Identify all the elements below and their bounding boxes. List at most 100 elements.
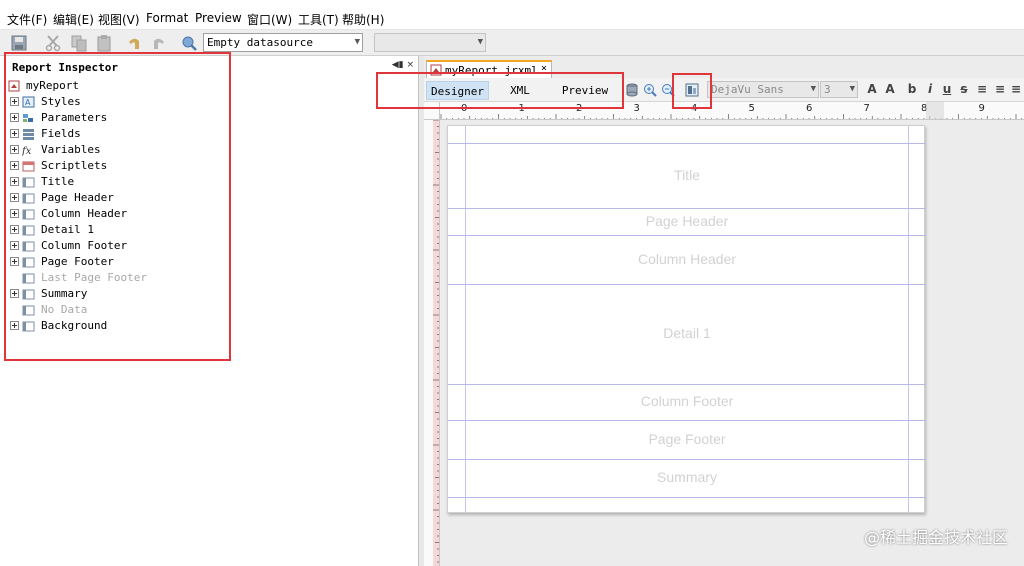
undo-icon[interactable] [125,34,143,52]
main-toolbar: Empty datasource ▼ ▼ [0,30,1024,56]
expand-icon[interactable] [10,161,19,170]
paste-icon[interactable] [95,34,113,52]
tree-node-column-footer[interactable]: Column Footer [8,238,228,254]
expand-icon[interactable] [10,193,19,202]
font-size-select[interactable]: 3 ▼ [820,81,858,98]
expand-icon[interactable] [10,241,19,250]
database-icon[interactable] [625,83,639,97]
tree-node-fields[interactable]: Fields [8,126,228,142]
expand-icon[interactable] [10,97,19,106]
band-icon [22,321,35,332]
expand-icon[interactable] [10,209,19,218]
expand-icon[interactable] [10,321,19,330]
report-inspector-title: Report Inspector [12,61,118,74]
expand-icon[interactable] [10,257,19,266]
save-icon[interactable] [10,34,28,52]
tree-node-scriptlets[interactable]: Scriptlets [8,158,228,174]
document-tab-label: myReport.jrxml [445,64,538,77]
zoom-out-icon[interactable] [661,83,675,97]
tab-preview[interactable]: Preview [552,81,618,100]
align-right-icon[interactable]: ≡ [1008,81,1024,97]
menu-window[interactable]: 窗口(W) [247,11,292,28]
tree-node-background[interactable]: Background [8,318,228,334]
band-separator[interactable] [448,459,926,460]
tree-node-column-header[interactable]: Column Header [8,206,228,222]
datasource-icon[interactable] [180,34,198,52]
bold-icon[interactable]: b [904,81,920,97]
band-label-column-footer: Column Footer [640,393,734,409]
tree-node-summary[interactable]: Summary [8,286,228,302]
band-label-page-header: Page Header [645,212,729,229]
menu-view[interactable]: 视图(V) [98,11,140,28]
close-icon[interactable]: × [541,63,547,74]
ruler-corner [424,102,440,120]
tree-node-detail-1[interactable]: Detail 1 [8,222,228,238]
secondary-select[interactable]: ▼ [374,33,486,52]
band-separator[interactable] [448,420,926,421]
band-separator[interactable] [448,235,926,236]
tree-node-styles[interactable]: A Styles [8,94,228,110]
document-tab[interactable]: myReport.jrxml × [426,60,552,78]
menu-help[interactable]: 帮助(H) [342,11,384,28]
zoom-in-icon[interactable] [643,83,657,97]
tree-root[interactable]: myReport [8,78,228,94]
variables-icon: fx [22,146,32,156]
tree-node-page-header[interactable]: Page Header [8,190,228,206]
datasource-select[interactable]: Empty datasource ▼ [203,33,363,52]
tree-node-page-footer[interactable]: Page Footer [8,254,228,270]
tree-node-last-page-footer[interactable]: Last Page Footer [8,270,228,286]
chevron-down-icon: ▼ [849,84,855,94]
strikethrough-icon[interactable]: s [956,81,972,97]
increase-font-icon[interactable]: A [864,81,880,97]
menu-format[interactable]: Format [146,11,188,25]
decrease-font-icon[interactable]: A [882,81,898,97]
expand-icon[interactable] [10,225,19,234]
align-left-icon[interactable]: ≡ [974,81,990,97]
expand-icon[interactable] [10,129,19,138]
design-canvas[interactable]: Title Page Header Column Header Detail 1 Col… [440,120,1024,566]
tab-designer[interactable]: Designer [426,81,489,100]
palette-icon[interactable] [684,82,700,98]
tab-xml[interactable]: XML [498,81,542,100]
underline-icon[interactable]: u [939,81,955,97]
watermark: @稀土掘金技术社区 [863,528,1008,547]
copy-icon[interactable] [70,34,88,52]
right-margin-line [908,126,909,514]
ruler-number: 6 [806,103,812,114]
tree-node-variables[interactable]: fx Variables [8,142,228,158]
menu-file[interactable]: 文件(F) [7,11,47,28]
font-family-value: DejaVu Sans [711,83,784,96]
band-icon [22,289,35,300]
band-separator[interactable] [448,497,926,498]
fields-icon [23,129,34,140]
ruler-number: 2 [576,103,582,114]
menu-preview[interactable]: Preview [195,11,242,25]
expand-icon[interactable] [10,177,19,186]
tree-node-label: Page Footer [41,255,114,268]
panel-controls[interactable]: ◀▮ × [392,60,414,70]
tree-node-title[interactable]: Title [8,174,228,190]
tree-node-label: No Data [41,303,88,316]
expand-icon[interactable] [10,113,19,122]
tree-node-label: Parameters [41,111,108,124]
ruler-number: 1 [519,103,525,114]
redo-icon[interactable] [150,34,168,52]
tree-node-label: Fields [41,127,81,140]
tree-node-no-data[interactable]: No Data [8,302,228,318]
expand-icon[interactable] [10,145,19,154]
report-page[interactable]: Title Page Header Column Header Detail 1 Col… [447,125,926,514]
band-icon [22,193,35,204]
vertical-ruler [424,120,440,566]
align-center-icon[interactable]: ≡ [992,81,1008,97]
menu-tools[interactable]: 工具(T) [298,11,339,28]
band-separator[interactable] [448,284,926,285]
italic-icon[interactable]: i [922,81,938,97]
menu-edit[interactable]: 编辑(E) [53,11,94,28]
band-separator[interactable] [448,208,926,209]
tree-node-label: Scriptlets [41,159,108,172]
expand-icon[interactable] [10,289,19,298]
font-family-select[interactable]: DejaVu Sans ▼ [707,81,819,98]
band-separator[interactable] [448,384,926,385]
tree-node-parameters[interactable]: Parameters [8,110,228,126]
cut-icon[interactable] [44,34,62,52]
